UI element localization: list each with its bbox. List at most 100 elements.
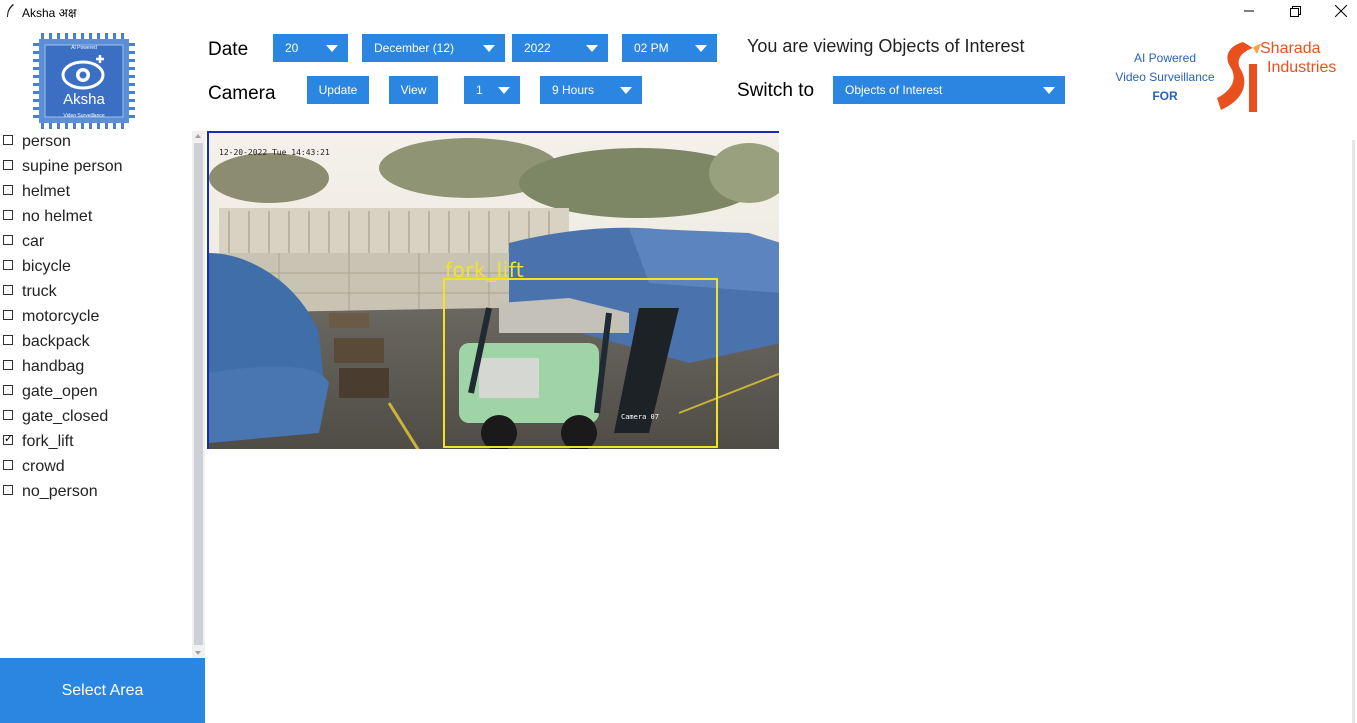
camera-view: 12-20-2022 Tue 14:43:21 fork_lift Camera… <box>207 131 779 449</box>
scroll-down-arrow-icon[interactable] <box>195 651 201 655</box>
object-filter-item[interactable]: car <box>3 232 44 252</box>
brand-line3: FOR <box>1152 89 1178 103</box>
checkbox[interactable] <box>3 310 13 320</box>
window-title: Aksha अक्ष <box>22 6 77 20</box>
chevron-down-icon <box>620 87 632 94</box>
checkbox-label: person <box>22 133 71 150</box>
scrollbar-thumb[interactable] <box>194 143 203 645</box>
main-scrollbar[interactable] <box>1352 140 1355 723</box>
scroll-up-arrow-icon[interactable] <box>195 134 201 138</box>
restore-button[interactable] <box>1272 0 1318 22</box>
object-filter-item[interactable]: motorcycle <box>3 307 99 327</box>
checkbox-label: car <box>22 233 45 250</box>
checkbox[interactable] <box>3 235 13 245</box>
camera-label: Camera <box>208 83 276 104</box>
checkbox[interactable] <box>3 360 13 370</box>
month-value: December (12) <box>374 41 455 55</box>
minimize-icon <box>1244 10 1254 12</box>
camera-number-value: 1 <box>476 83 483 97</box>
chevron-down-icon <box>1043 87 1055 94</box>
checkbox[interactable] <box>3 432 13 445</box>
logo-top-text: AI Powered <box>71 45 97 51</box>
object-filter-item[interactable]: bicycle <box>3 257 71 277</box>
camera-number-dropdown[interactable]: 1 <box>464 76 520 104</box>
day-value: 20 <box>285 41 299 55</box>
checkbox[interactable] <box>3 160 13 170</box>
checkbox[interactable] <box>3 185 13 195</box>
checkbox[interactable] <box>3 410 13 420</box>
logo-bottom-text: Video Surveillance <box>63 113 105 119</box>
year-dropdown[interactable]: 2022 <box>512 34 608 62</box>
object-filter-item[interactable]: helmet <box>3 182 70 202</box>
view-button[interactable]: View <box>389 76 438 104</box>
date-label: Date <box>208 39 249 60</box>
hour-dropdown[interactable]: 02 PM <box>622 34 717 62</box>
sidebar-scrollbar[interactable] <box>192 131 205 658</box>
object-filter-item[interactable]: person <box>3 132 71 152</box>
chevron-down-icon <box>586 45 598 52</box>
minimize-button[interactable] <box>1226 0 1272 22</box>
checkbox[interactable] <box>3 335 13 345</box>
checkbox[interactable] <box>3 285 13 295</box>
duration-dropdown[interactable]: 9 Hours <box>540 76 642 104</box>
checkbox-label: bicycle <box>22 258 71 275</box>
object-filter-item[interactable]: crowd <box>3 457 65 477</box>
object-filter-list: person supine person helmet no helmet car bic… <box>0 131 192 651</box>
checkbox[interactable] <box>3 260 13 270</box>
duration-value: 9 Hours <box>552 83 595 97</box>
aksha-logo: AI Powered Aksha Video Surveillance <box>33 33 135 129</box>
object-filter-item[interactable]: gate_open <box>3 382 98 402</box>
switch-to-label: Switch to <box>737 80 815 101</box>
checkbox-label: backpack <box>22 333 90 350</box>
detection-label: fork_lift <box>445 258 525 282</box>
brand-line2: Video Surveillance <box>1115 70 1215 84</box>
chevron-down-icon <box>326 45 338 52</box>
checkbox[interactable] <box>3 460 13 470</box>
month-dropdown[interactable]: December (12) <box>362 34 505 62</box>
close-button[interactable] <box>1318 0 1357 22</box>
app-window: Aksha अक्ष AI Powered Aksha Video Survei… <box>0 0 1357 723</box>
chevron-down-icon <box>498 87 510 94</box>
day-dropdown[interactable]: 20 <box>273 34 348 62</box>
object-filter-item[interactable]: no helmet <box>3 207 92 227</box>
checkbox[interactable] <box>3 210 13 220</box>
checkbox-label: gate_open <box>22 383 98 400</box>
select-area-button[interactable]: Select Area <box>0 658 205 723</box>
checkbox-label: no helmet <box>22 208 93 225</box>
checkbox-label: truck <box>22 283 57 300</box>
checkbox[interactable] <box>3 385 13 395</box>
hour-value: 02 PM <box>634 41 669 55</box>
brand-tagline: AI Powered Video Surveillance FOR <box>1115 49 1215 106</box>
object-filter-item[interactable]: backpack <box>3 332 90 352</box>
checkbox-label: no_person <box>22 483 98 500</box>
object-filter-item[interactable]: supine person <box>3 157 123 177</box>
checkbox-label: motorcycle <box>22 308 100 325</box>
object-filter-item[interactable]: truck <box>3 282 57 302</box>
switch-view-dropdown[interactable]: Objects of Interest <box>833 76 1065 104</box>
object-filter-item[interactable]: no_person <box>3 482 98 502</box>
chevron-down-icon <box>483 45 495 52</box>
chevron-down-icon <box>695 45 707 52</box>
switch-view-value: Objects of Interest <box>845 83 943 97</box>
sharada-logo: AI Powered Video Surveillance FOR Sharad… <box>1115 38 1355 118</box>
title-bar: Aksha अक्ष <box>0 0 1357 22</box>
company-name-2: Industries <box>1267 59 1337 76</box>
checkbox-label: handbag <box>22 358 85 375</box>
restore-icon <box>1289 5 1301 17</box>
feather-icon <box>7 4 14 17</box>
close-icon <box>1335 5 1347 17</box>
checkbox[interactable] <box>3 485 13 495</box>
object-filter-item[interactable]: gate_closed <box>3 407 108 427</box>
checkbox-label: helmet <box>22 183 71 200</box>
year-value: 2022 <box>524 41 551 55</box>
checkbox-label: supine person <box>22 158 123 175</box>
object-filter-item[interactable]: handbag <box>3 357 84 377</box>
viewing-status: You are viewing Objects of Interest <box>747 36 1025 56</box>
brand-line1: AI Powered <box>1133 51 1197 65</box>
logo-name: Aksha <box>63 91 105 108</box>
checkbox[interactable] <box>3 135 13 145</box>
company-name-1: Sharada <box>1260 40 1321 57</box>
update-button[interactable]: Update <box>307 76 369 104</box>
camera-name-overlay: Camera 07 <box>621 413 659 421</box>
object-filter-item[interactable]: fork_lift <box>3 432 74 452</box>
